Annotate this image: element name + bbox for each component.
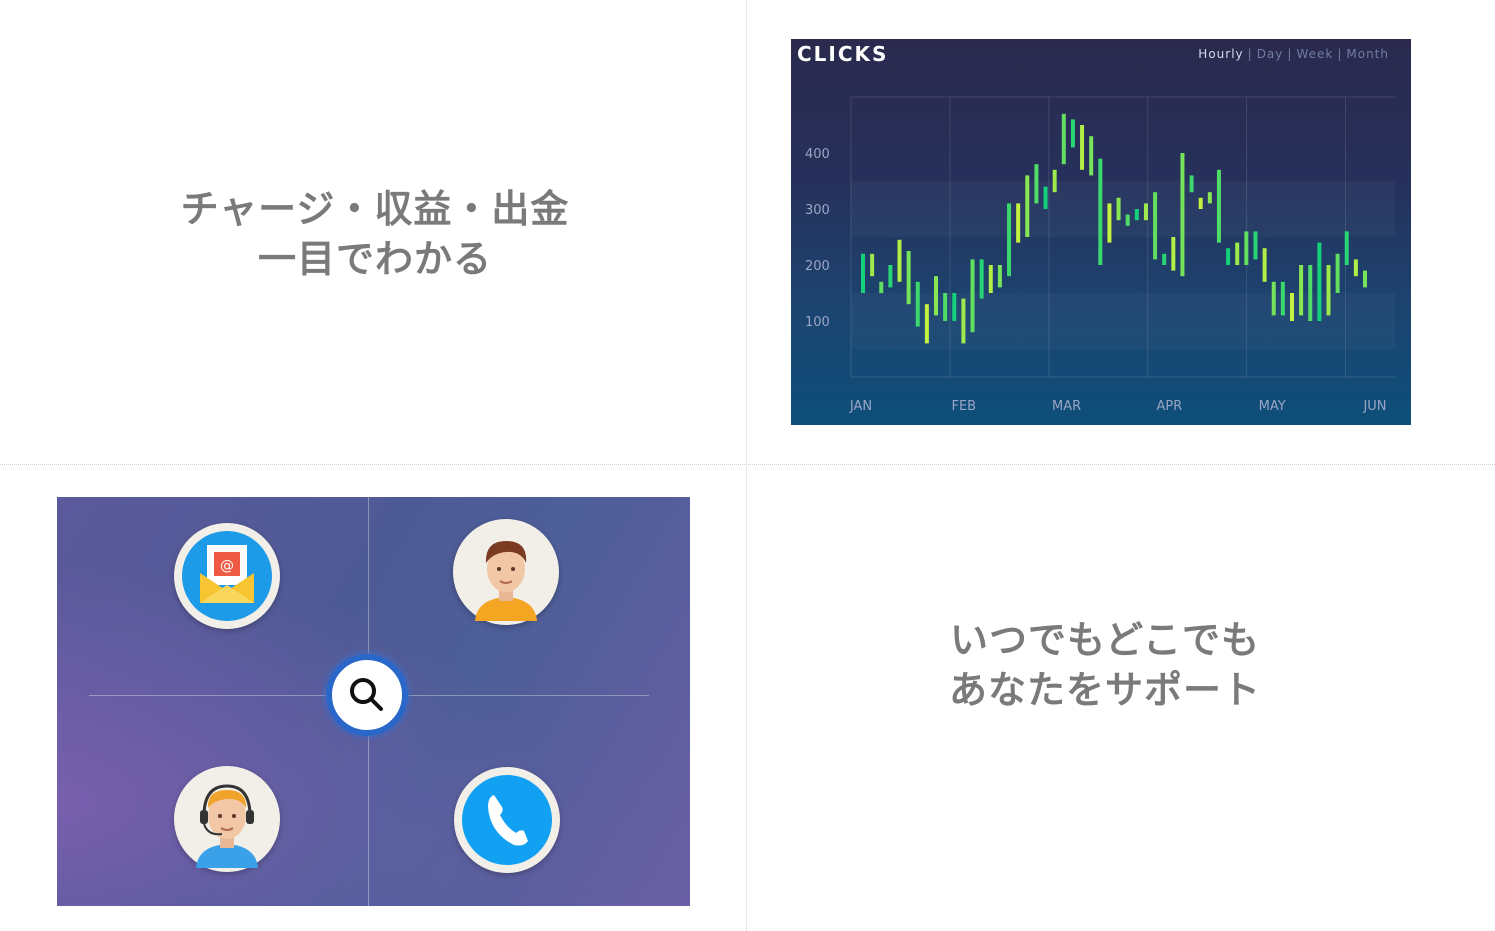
candle-bar (1363, 270, 1367, 288)
candle-bar (1134, 209, 1139, 221)
candle-bar (1189, 175, 1194, 193)
candle-bar (952, 293, 957, 321)
candle-bar (1353, 259, 1358, 277)
clicks-chart: 100 200 300 400 JAN FEB MAR APR MAY JUN CLICKS Ho… (791, 39, 1411, 425)
charges-caption-line-1: チャージ・収益・出金 (180, 187, 570, 231)
vertical-divider (746, 0, 747, 931)
candle-bar (1034, 164, 1039, 204)
candle-bar (1089, 136, 1094, 176)
support-agent-icon (176, 768, 278, 870)
candle-bar (1198, 197, 1203, 209)
candle-bar (961, 298, 966, 344)
candle-bar (1043, 186, 1048, 209)
candle-bar (1289, 293, 1294, 321)
candle-bar (1016, 203, 1021, 243)
candle-bar (1143, 203, 1148, 221)
user-avatar-icon (455, 521, 557, 623)
candle-bar (1098, 158, 1103, 265)
horizontal-divider (0, 464, 1495, 465)
tab-month[interactable]: Month (1346, 47, 1389, 61)
support-panel: @ (57, 497, 690, 906)
candle-bar (861, 253, 865, 293)
search-icon (350, 678, 383, 711)
candle-bar (1025, 175, 1030, 237)
candle-bar (988, 265, 993, 293)
x-tick-label: MAY (1259, 399, 1286, 414)
candle-bar (1244, 231, 1249, 265)
y-tick-label: 300 (805, 203, 830, 218)
tab-separator: | (1287, 47, 1293, 61)
x-tick-label: APR (1157, 399, 1183, 414)
tab-week[interactable]: Week (1296, 47, 1333, 61)
candle-bar (879, 281, 884, 293)
candle-bar (1080, 125, 1085, 170)
tab-day[interactable]: Day (1257, 47, 1284, 61)
chart-range-tabs: Hourly | Day | Week | Month (1198, 47, 1389, 61)
y-tick-label: 100 (805, 315, 830, 330)
candle-bar (1007, 203, 1012, 277)
mail-bubble[interactable]: @ (174, 523, 280, 629)
user-bubble[interactable] (453, 519, 559, 625)
candle-bar (1207, 192, 1212, 204)
candle-bar (1052, 169, 1057, 193)
y-tick-label: 200 (805, 259, 830, 274)
support-caption: いつでもどこでも あなたをサポート (850, 615, 1360, 715)
chart-canvas: 100 200 300 400 JAN FEB MAR APR MAY JUN (805, 96, 1395, 414)
tab-hourly[interactable]: Hourly (1198, 47, 1243, 61)
candle-bar (1262, 248, 1267, 282)
tab-separator: | (1247, 47, 1253, 61)
support-agent-bubble[interactable] (174, 766, 280, 872)
candle-bar (934, 276, 939, 316)
tab-separator: | (1337, 47, 1343, 61)
charges-caption: チャージ・収益・出金 一目でわかる (120, 184, 630, 284)
candle-bar (897, 239, 902, 282)
candle-bar (870, 253, 875, 277)
candle-bar (1299, 265, 1304, 316)
candle-bar (1162, 253, 1167, 265)
candle-bar (924, 304, 929, 344)
search-button[interactable] (326, 654, 408, 736)
phone-bubble[interactable] (454, 767, 560, 873)
mail-at-symbol: @ (220, 558, 234, 574)
candle-bar (1280, 281, 1285, 316)
candle-bar (888, 265, 893, 288)
charges-caption-line-2: 一目でわかる (257, 237, 492, 281)
candle-bar (1271, 281, 1276, 316)
candle-bar (1125, 214, 1130, 226)
x-tick-label: FEB (951, 399, 976, 414)
candle-bar (1153, 192, 1158, 260)
candle-bar (906, 251, 911, 305)
mail-icon: @ (176, 525, 278, 627)
x-tick-label: MAR (1052, 399, 1081, 414)
candle-bar (1216, 169, 1221, 243)
candle-bar (1116, 197, 1121, 221)
candle-bar (1308, 265, 1313, 321)
candle-bar (997, 265, 1002, 288)
candle-bar (970, 259, 975, 333)
candle-bar (979, 259, 984, 299)
candle-bar (943, 293, 948, 321)
x-tick-label: JUN (1362, 399, 1386, 414)
support-caption-line-1: いつでもどこでも (949, 618, 1261, 662)
grid-band (851, 181, 1395, 237)
candle-bar (1235, 242, 1240, 265)
candle-bar (1317, 242, 1322, 321)
support-caption-line-2: あなたをサポート (948, 668, 1261, 712)
y-tick-label: 400 (805, 147, 830, 162)
candle-bar (1344, 231, 1349, 265)
candle-bar (915, 281, 920, 327)
candle-bar (1335, 253, 1340, 293)
candle-bar (1061, 113, 1066, 165)
candle-bar (1253, 231, 1258, 260)
grid-band (851, 293, 1395, 349)
candle-bar (1180, 153, 1185, 277)
x-tick-label: JAN (849, 399, 872, 414)
candle-bar (1107, 203, 1112, 243)
candle-bar (1171, 237, 1176, 271)
candle-bar (1070, 119, 1075, 148)
chart-title: CLICKS (797, 42, 889, 66)
phone-icon (456, 769, 558, 871)
candle-bar (1226, 248, 1231, 265)
candle-bar (1326, 265, 1331, 316)
